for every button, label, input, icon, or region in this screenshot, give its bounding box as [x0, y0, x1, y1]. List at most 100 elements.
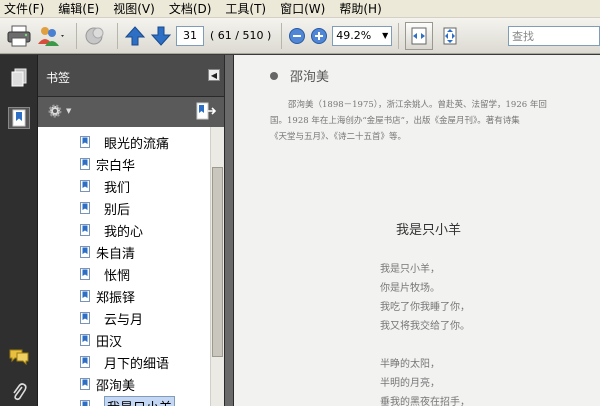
menu-edit[interactable]: 编辑(E): [58, 0, 99, 17]
bookmark-tree: 眼光的流痛宗白华我们别后我的心朱自清怅惘郑振铎云与月田汉月下的细语邵洵美我是只小…: [38, 127, 210, 406]
fit-width-icon: [411, 27, 427, 44]
bookmark-scrollbar[interactable]: [210, 127, 224, 406]
bookmarks-panel: 书签 ◀ ▼ 眼光的流痛 宗白华我们别后我的心 朱自清怅惘郑振铎云与月田汉月下的细语…: [38, 55, 224, 406]
bookmark-label: 我的心: [104, 224, 144, 240]
bookmark-label: 别后: [104, 202, 131, 218]
bookmark-go-icon: [196, 102, 217, 120]
poem-line: 我吃了你我睡了你，: [380, 302, 470, 313]
bookmark-icon: [80, 378, 90, 390]
bookmark-item[interactable]: 别后: [38, 197, 210, 219]
bookmark-icon: [80, 246, 90, 258]
print-button[interactable]: [6, 22, 32, 50]
bookmark-item[interactable]: 郑振铎: [38, 285, 210, 307]
bookmark-icon: [80, 180, 90, 192]
bookmark-label: 怅惘: [104, 268, 131, 284]
bio-line: 邵洵美（1898－1975），浙江余姚人。曾赴英、法留学，1926 年回: [288, 100, 547, 110]
bookmarks-panel-button[interactable]: [8, 107, 30, 129]
options-button[interactable]: ▼: [46, 102, 71, 120]
poem-line: 半睁的太阳，: [380, 359, 440, 370]
zoom-out-button[interactable]: [288, 22, 306, 50]
fit-page-icon: [443, 27, 457, 44]
zoom-in-button[interactable]: [310, 22, 328, 50]
bookmark-label: 云与月: [104, 312, 144, 328]
menu-document[interactable]: 文档(D): [169, 0, 212, 17]
bookmark-label: 郑振铎: [96, 290, 136, 306]
plus-circle-icon: [311, 27, 328, 44]
minus-circle-icon: [289, 27, 306, 44]
bookmark-item[interactable]: 朱自清: [38, 241, 210, 263]
attachments-panel-button[interactable]: [8, 381, 30, 403]
chevron-down-icon: ▼: [66, 107, 72, 115]
bookmark-label: 田汉: [96, 334, 123, 350]
search-input[interactable]: 查找: [508, 26, 600, 46]
paperclip-icon: [13, 383, 27, 401]
bookmark-item[interactable]: 我们: [38, 175, 210, 197]
menu-help[interactable]: 帮助(H): [339, 0, 381, 17]
bookmark-label: 邵洵美: [96, 378, 136, 394]
chevron-left-icon: ◀: [210, 70, 218, 80]
panel-title: 书签: [46, 71, 71, 85]
bookmark-item[interactable]: 田汉: [38, 329, 210, 351]
bookmark-item[interactable]: 宗白华: [38, 153, 210, 175]
collapse-panel-button[interactable]: ◀: [208, 69, 220, 81]
bookmark-icon: [80, 312, 90, 324]
globe-icon: [85, 27, 104, 44]
heading-text: 邵洵美: [290, 70, 330, 85]
pages-panel-button[interactable]: [8, 67, 30, 89]
menu-window[interactable]: 窗口(W): [280, 0, 325, 17]
bookmark-icon: [80, 136, 90, 148]
menu-tools[interactable]: 工具(T): [225, 0, 266, 17]
bookmark-label: 我们: [104, 180, 131, 196]
poem-line: 我是只小羊，: [380, 264, 440, 275]
fit-page-button[interactable]: [439, 22, 461, 50]
poem-title: 我是只小羊: [396, 223, 462, 238]
expand-bookmark-button[interactable]: [196, 102, 217, 123]
bio-line: 国。1928 年在上海创办“金屋书店”，出版《金屋月刊》。著有诗集: [270, 116, 520, 126]
bookmark-icon: [80, 202, 90, 214]
attach-button[interactable]: [83, 22, 107, 50]
scrollbar-thumb[interactable]: [212, 167, 223, 357]
menu-view[interactable]: 视图(V): [113, 0, 155, 17]
bookmark-item[interactable]: 我是只小羊: [38, 395, 210, 406]
bookmark-item[interactable]: 眼光的流痛: [38, 131, 210, 153]
zoom-value: 49.2%: [336, 29, 372, 42]
page-number-input[interactable]: 31: [176, 25, 204, 46]
fit-width-button[interactable]: [405, 21, 434, 50]
toolbar-separator: [76, 22, 77, 49]
next-page-button[interactable]: [150, 22, 172, 50]
bullet-icon: [270, 71, 278, 80]
toolbar-separator: [117, 22, 118, 49]
bookmark-item[interactable]: 邵洵美: [38, 373, 210, 395]
section-heading: 邵洵美: [270, 66, 329, 85]
toolbar-separator: [281, 22, 283, 49]
bookmark-icon: [80, 158, 90, 170]
zoom-select[interactable]: 49.2% ▼: [332, 25, 393, 46]
bookmark-icon: [80, 400, 90, 406]
bookmark-icon: [80, 290, 90, 302]
poem-line: 你是片牧场。: [380, 283, 440, 294]
document-view: 邵洵美 邵洵美（1898－1975），浙江余姚人。曾赴英、法留学，1926 年回…: [234, 55, 600, 406]
bookmark-label: 月下的细语: [104, 356, 170, 372]
toolbar: 31 ( 61 / 510 ) 49.2% ▼ 查找: [0, 18, 600, 54]
panel-splitter[interactable]: [224, 55, 234, 406]
collaborate-button[interactable]: [36, 22, 66, 50]
panel-header: 书签 ◀: [38, 55, 224, 97]
arrow-up-icon: [124, 25, 146, 45]
printer-icon: [7, 25, 31, 46]
menu-bar: 文件(F) 编辑(E) 视图(V) 文档(D) 工具(T) 窗口(W) 帮助(H…: [0, 0, 600, 18]
bookmark-item[interactable]: 怅惘: [38, 263, 210, 285]
comments-panel-button[interactable]: [8, 345, 30, 367]
bookmark-icon: [12, 109, 26, 127]
gear-icon: [48, 104, 62, 118]
bookmark-label: 我是只小羊: [104, 395, 176, 406]
bookmark-label: 眼光的流痛: [104, 136, 170, 152]
panel-toolbar: ▼: [38, 97, 224, 127]
menu-file[interactable]: 文件(F): [4, 0, 44, 17]
bio-line: 《天堂与五月》、《诗二十五首》等。: [270, 132, 407, 142]
chevron-down-icon: ▼: [382, 31, 389, 40]
bookmark-item[interactable]: 我的心: [38, 219, 210, 241]
bookmark-icon: [80, 356, 90, 368]
bookmark-item[interactable]: 月下的细语: [38, 351, 210, 373]
bookmark-item[interactable]: 云与月: [38, 307, 210, 329]
prev-page-button[interactable]: [124, 22, 146, 50]
